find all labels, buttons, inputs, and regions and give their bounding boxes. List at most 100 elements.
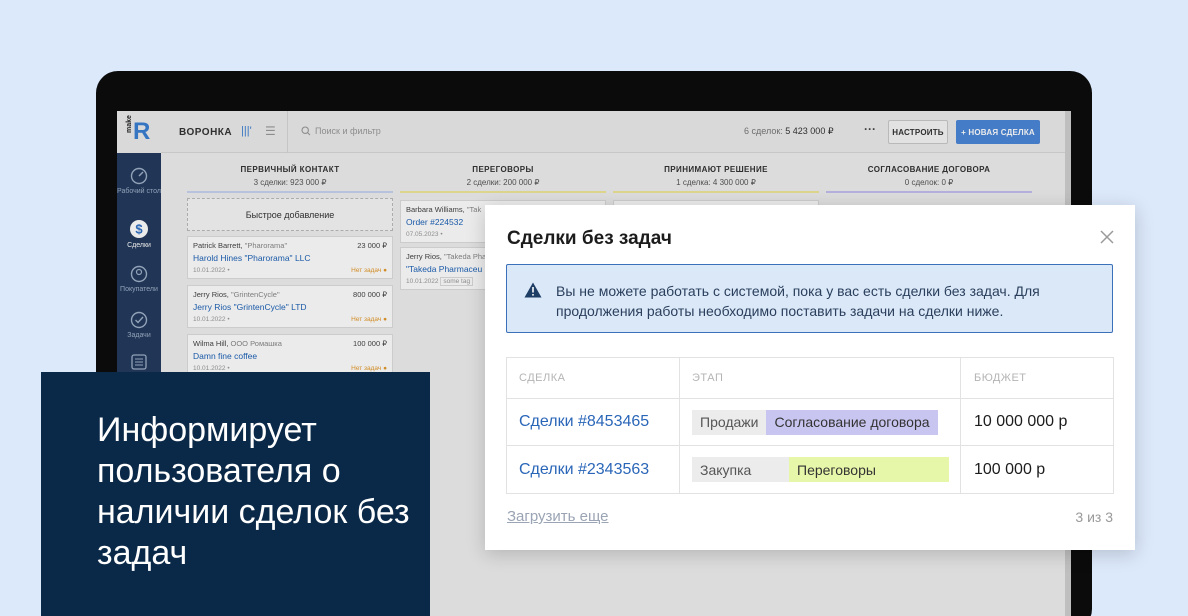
- list-icon: [131, 354, 147, 370]
- quick-add-button[interactable]: Быстрое добавление: [187, 198, 393, 231]
- card-date: 10.01.2022 •: [193, 267, 230, 274]
- sidebar-item-tasks[interactable]: Задачи: [117, 311, 161, 340]
- column-name: ПРИНИМАЮТ РЕШЕНИЕ: [664, 165, 768, 174]
- list-view-icon[interactable]: ☰: [265, 124, 276, 138]
- divider: [287, 111, 288, 153]
- new-deal-button[interactable]: + НОВАЯ СДЕЛКА: [956, 120, 1040, 144]
- page-title: ВОРОНКА: [179, 127, 233, 138]
- card-status-text: Нет задач: [351, 316, 382, 323]
- app-logo: make R: [117, 111, 161, 153]
- info-panel: Информирует пользователя о наличии сдело…: [41, 372, 430, 616]
- stage-badge: Закупка Переговоры: [692, 457, 949, 482]
- card-company: "Takeda Pha: [443, 252, 487, 261]
- sidebar-item-customers[interactable]: Покупатели: [117, 265, 161, 294]
- deals-count-label: 6 сделок:: [744, 126, 783, 136]
- sidebar-item-label: Задачи: [127, 332, 151, 339]
- sidebar-item-list[interactable]: [117, 354, 161, 370]
- card-title[interactable]: Harold Hines "Pharorama" LLC: [193, 253, 387, 263]
- modal-title: Сделки без задач: [507, 228, 672, 249]
- deals-summary: 6 сделок: 5 423 000 ₽: [744, 126, 834, 137]
- card-status-text: Нет задач: [351, 267, 382, 274]
- svg-text:$: $: [135, 222, 143, 237]
- card-date-value: 10.01.2022: [193, 365, 226, 372]
- stage-label: Переговоры: [789, 457, 949, 482]
- card-company: "GrintenCycle": [230, 290, 280, 299]
- info-text: Информирует пользователя о наличии сдело…: [97, 411, 410, 572]
- sidebar-item-deals[interactable]: $ Сделки: [117, 219, 161, 250]
- alert-text: Вы не можете работать с системой, пока у…: [556, 283, 1040, 319]
- budget-value: 100 000 р: [974, 460, 1046, 478]
- dollar-icon: $: [130, 220, 148, 238]
- column-summary: 0 сделок: 0 ₽: [904, 178, 954, 187]
- deal-card[interactable]: Patrick Barrett, "Pharorama" 23 000 ₽ Har…: [187, 236, 393, 279]
- deal-link[interactable]: Сделки #8453465: [519, 413, 649, 431]
- sidebar-item-label: Покупатели: [120, 286, 158, 293]
- card-contact: Patrick Barrett,: [193, 241, 243, 250]
- kanban-view-icon[interactable]: |||': [241, 125, 252, 137]
- logo-letter: R: [133, 118, 151, 145]
- card-contact: Jerry Rios,: [193, 290, 229, 299]
- card-status: Нет задач ●: [351, 267, 387, 274]
- logo-wordmark: make: [126, 115, 133, 133]
- column-summary: 1 сделка: 4 300 000 ₽: [676, 178, 756, 187]
- column-header-decision: ПРИНИМАЮТ РЕШЕНИЕ 1 сделка: 4 300 000 ₽: [613, 165, 819, 187]
- table-row: Сделки #2343563 Закупка Переговоры 100 0…: [507, 446, 1113, 493]
- card-contact: Barbara Williams,: [406, 205, 465, 214]
- pipeline-label: Закупка: [692, 457, 789, 482]
- card-title[interactable]: Jerry Rios "GrintenCycle" LTD: [193, 302, 387, 312]
- configure-button[interactable]: НАСТРОИТЬ: [888, 120, 948, 144]
- column-name: СОГЛАСОВАНИЕ ДОГОВОРА: [867, 165, 991, 174]
- sidebar-item-label: Рабочий стол: [117, 188, 161, 195]
- column-underline: [826, 191, 1032, 193]
- budget-value: 10 000 000 р: [974, 413, 1068, 430]
- dashboard-icon: [130, 167, 148, 185]
- deals-without-tasks-modal: Сделки без задач Вы не можете работать с…: [485, 205, 1135, 550]
- column-underline: [400, 191, 606, 193]
- search-placeholder: Поиск и фильтр: [315, 126, 381, 136]
- card-company: "Pharorama": [244, 241, 288, 250]
- card-status-text: Нет задач: [351, 365, 382, 372]
- card-date: 10.01.2022 •: [193, 365, 230, 372]
- card-company: "Tak: [466, 205, 482, 214]
- pipeline-label: Продажи: [692, 409, 767, 435]
- card-company: ООО Ромашка: [230, 339, 282, 348]
- deal-card[interactable]: Jerry Rios, "GrintenCycle" 800 000 ₽ Jerr…: [187, 285, 393, 328]
- warning-alert: Вы не можете работать с системой, пока у…: [506, 264, 1113, 333]
- card-amount: 800 000 ₽: [353, 290, 387, 299]
- deal-link[interactable]: Сделки #2343563: [519, 461, 649, 479]
- card-title[interactable]: Damn fine coffee: [193, 351, 387, 361]
- customers-icon: [130, 265, 148, 283]
- card-tag: some tag: [440, 277, 474, 286]
- column-summary: 3 сделки: 923 000 ₽: [253, 178, 327, 187]
- column-name: ПЕРВИЧНЫЙ КОНТАКТ: [240, 165, 340, 174]
- card-status: Нет задач ●: [351, 316, 387, 323]
- close-icon[interactable]: [1099, 229, 1115, 245]
- card-date-value: 10.01.2022: [193, 316, 226, 323]
- column-header-stage: ЭТАП: [692, 372, 724, 384]
- load-more-link[interactable]: Загрузить еще: [507, 508, 609, 525]
- deal-card[interactable]: Wilma Hill, ООО Ромашка 100 000 ₽ Damn fi…: [187, 334, 393, 377]
- deals-total: 5 423 000 ₽: [785, 126, 834, 136]
- column-name: ПЕРЕГОВОРЫ: [472, 165, 534, 174]
- more-menu-button[interactable]: ···: [864, 122, 876, 136]
- card-date: 10.01.2022 •: [193, 316, 230, 323]
- card-date-value: 10.01.2022: [193, 267, 226, 274]
- column-summary: 2 сделки: 200 000 ₽: [466, 178, 540, 187]
- warning-icon: [524, 282, 542, 298]
- deals-table: СДЕЛКА ЭТАП БЮДЖЕТ Сделки #8453465 Прода…: [506, 357, 1114, 494]
- card-date: 10.01.2022 some tag: [406, 277, 474, 286]
- card-contact: Wilma Hill,: [193, 339, 229, 348]
- column-header-deal: СДЕЛКА: [519, 372, 566, 384]
- sidebar-item-label: Сделки: [127, 242, 151, 249]
- tasks-icon: [130, 311, 148, 329]
- sidebar-item-dashboard[interactable]: Рабочий стол: [117, 167, 161, 196]
- card-amount: 100 000 ₽: [353, 339, 387, 348]
- search-icon: [301, 126, 311, 136]
- table-header: СДЕЛКА ЭТАП БЮДЖЕТ: [507, 358, 1113, 399]
- column-underline: [187, 191, 393, 193]
- column-header-negotiations: ПЕРЕГОВОРЫ 2 сделки: 200 000 ₽: [400, 165, 606, 187]
- column-header-budget: БЮДЖЕТ: [974, 372, 1027, 384]
- card-contact: Jerry Rios,: [406, 252, 442, 261]
- search-input[interactable]: Поиск и фильтр: [301, 126, 381, 136]
- column-underline: [613, 191, 819, 193]
